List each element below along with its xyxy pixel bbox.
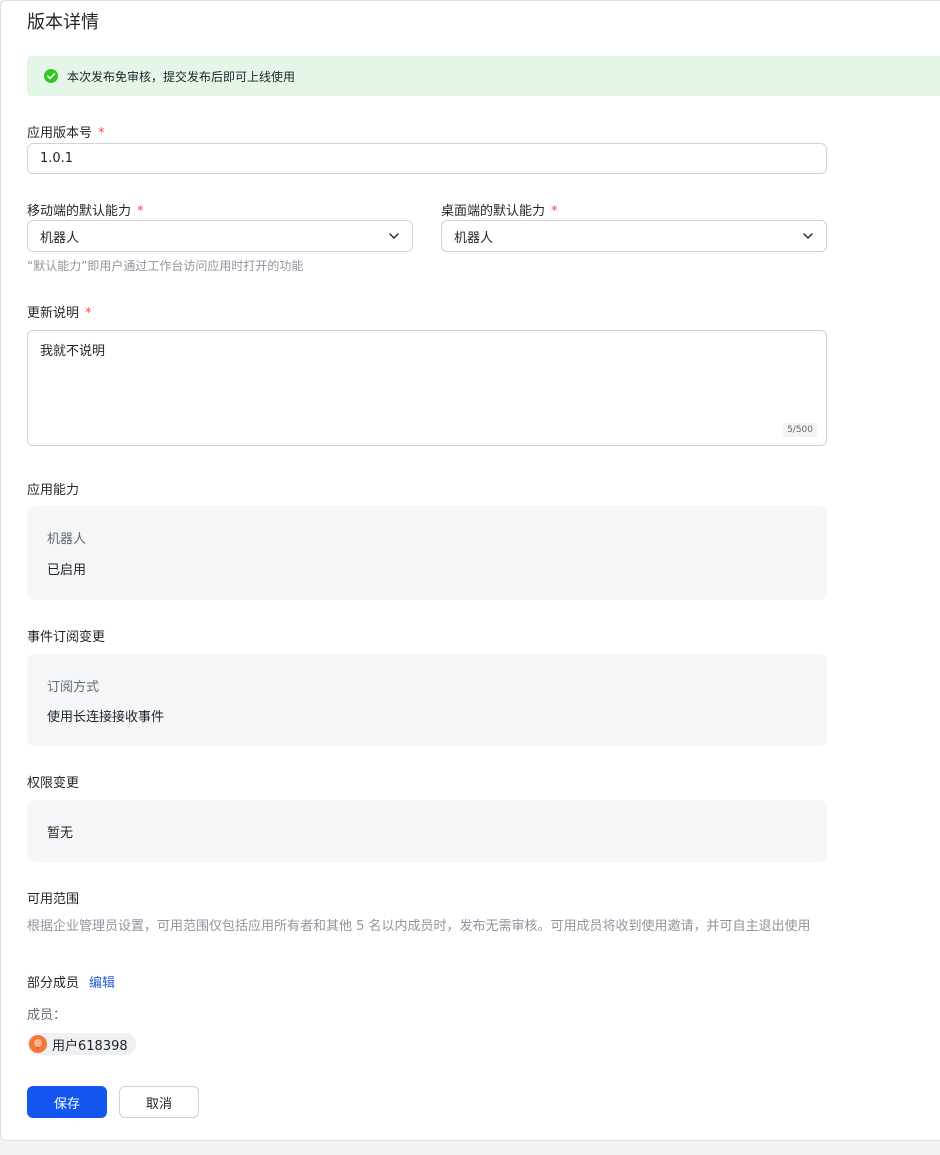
update-notes-textarea[interactable]: 我就不说明 5/500	[27, 330, 827, 446]
char-counter: 5/500	[783, 423, 817, 437]
availability-scope: 部分成员 编辑	[27, 972, 115, 991]
desktop-default-value: 机器人	[454, 230, 494, 246]
mobile-default-value: 机器人	[40, 230, 80, 246]
update-notes-label: 更新说明 *	[27, 302, 92, 321]
update-notes-label-text: 更新说明	[27, 306, 80, 321]
version-input[interactable]: 1.0.1	[27, 143, 827, 174]
scope-value: 部分成员	[27, 976, 80, 991]
app-capability-title: 应用能力	[27, 483, 80, 498]
desktop-default-select[interactable]: 机器人	[441, 220, 827, 252]
version-label: 应用版本号 *	[27, 122, 105, 141]
permission-change-card: 暂无	[27, 800, 827, 862]
required-mark: *	[85, 306, 92, 321]
availability-title: 可用范围	[27, 892, 80, 907]
required-mark: *	[137, 204, 144, 219]
mobile-default-label: 移动端的默认能力 *	[27, 200, 144, 219]
permission-change-title: 权限变更	[27, 776, 80, 791]
mobile-default-select[interactable]: 机器人	[27, 220, 413, 252]
chevron-down-icon	[389, 233, 399, 239]
member-chip: 用户618398	[27, 1033, 136, 1055]
version-label-text: 应用版本号	[27, 126, 93, 141]
default-capability-hint: “默认能力”即用户通过工作台访问应用时打开的功能	[27, 259, 304, 273]
capability-name: 机器人	[47, 532, 87, 547]
subscription-method-label: 订阅方式	[47, 680, 100, 695]
edit-link[interactable]: 编辑	[89, 976, 115, 991]
avatar	[29, 1035, 47, 1053]
desktop-default-label-text: 桌面端的默认能力	[441, 204, 546, 219]
version-detail-panel: 版本详情 本次发布免审核，提交发布后即可上线使用 应用版本号 * 1.0.1 移动…	[0, 0, 940, 1141]
cancel-button[interactable]: 取消	[119, 1086, 199, 1118]
event-subscription-title: 事件订阅变更	[27, 630, 106, 645]
members-label: 成员：	[27, 1008, 67, 1023]
version-input-value: 1.0.1	[40, 151, 74, 166]
member-name: 用户618398	[52, 1038, 128, 1054]
page-title: 版本详情	[27, 12, 99, 33]
check-circle-icon	[44, 69, 58, 83]
update-notes-value: 我就不说明	[40, 344, 106, 359]
required-mark: *	[551, 204, 558, 219]
capability-status: 已启用	[47, 563, 87, 578]
chevron-down-icon	[803, 233, 813, 239]
notice-banner: 本次发布免审核，提交发布后即可上线使用	[27, 56, 940, 96]
desktop-default-label: 桌面端的默认能力 *	[441, 200, 558, 219]
app-capability-card: 机器人 已启用	[27, 506, 827, 600]
notice-text: 本次发布免审核，提交发布后即可上线使用	[67, 69, 296, 84]
subscription-method-value: 使用长连接接收事件	[47, 710, 165, 725]
availability-description: 根据企业管理员设置，可用范围仅包括应用所有者和其他 5 名以内成员时，发布无需审…	[27, 919, 811, 934]
required-mark: *	[98, 126, 105, 141]
save-button[interactable]: 保存	[27, 1086, 107, 1118]
permission-change-value: 暂无	[47, 826, 74, 841]
event-subscription-card: 订阅方式 使用长连接接收事件	[27, 654, 827, 746]
mobile-default-label-text: 移动端的默认能力	[27, 204, 132, 219]
